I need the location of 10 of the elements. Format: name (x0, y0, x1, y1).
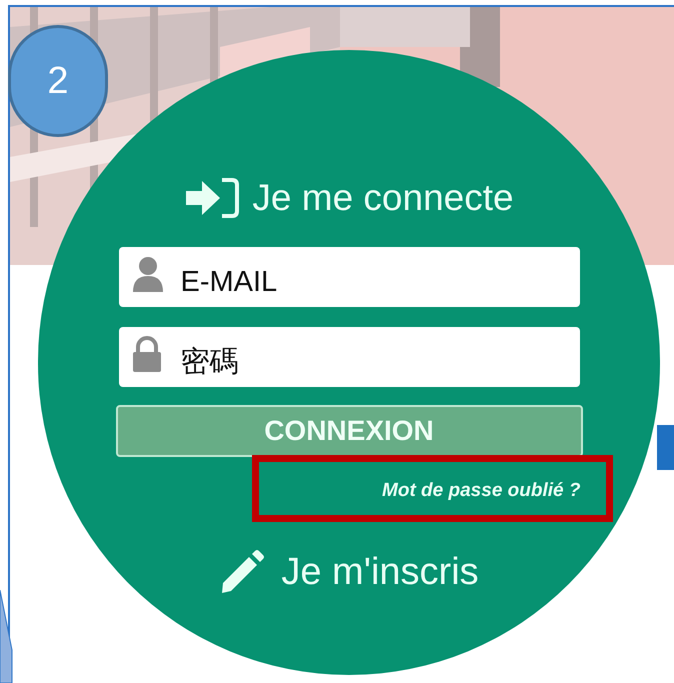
input-field[interactable]: E-MAIL (118, 247, 580, 307)
user-icon (130, 256, 164, 294)
forgot-password-link[interactable]: Mot de passe oublié ? (382, 477, 580, 506)
login-title: Je me connecte (252, 176, 514, 220)
pencil-icon (219, 549, 266, 595)
sign-in-icon (184, 177, 240, 219)
input-field[interactable]: 密碼 (118, 327, 580, 387)
register-link[interactable]: Je m'inscris (281, 544, 479, 600)
connexion-button[interactable]: CONNEXION (116, 405, 582, 457)
lock-icon (130, 336, 162, 374)
